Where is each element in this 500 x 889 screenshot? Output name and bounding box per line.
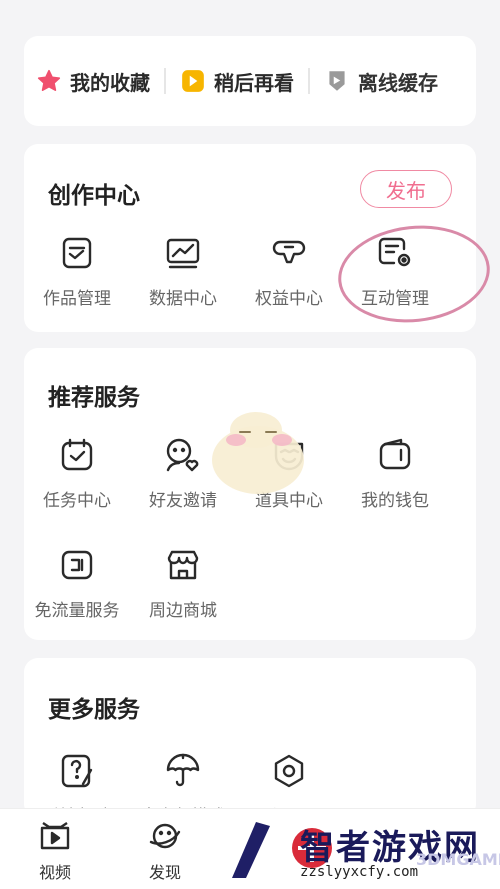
wallet-icon	[342, 434, 448, 476]
watermark: 智者游戏网 zzslyyxcfy.com 3DMGAME	[220, 816, 500, 886]
settings-icon	[236, 750, 342, 792]
tile-label: 我的钱包	[361, 491, 429, 511]
tile-label: 权益中心	[255, 289, 323, 309]
offline-cache-label: 离线缓存	[358, 70, 438, 95]
tile-free-data-service[interactable]: 免流量服务	[24, 544, 130, 621]
umbrella-icon	[130, 750, 236, 792]
tile-merch-store[interactable]: 周边商城	[130, 544, 236, 621]
tile-task-center[interactable]: 任务中心	[24, 434, 130, 511]
publish-button[interactable]: 发布	[360, 170, 452, 208]
tile-my-wallet[interactable]: 我的钱包	[342, 434, 448, 511]
tile-data-center[interactable]: 数据中心	[130, 232, 236, 309]
tile-works-management[interactable]: 作品管理	[24, 232, 130, 309]
divider	[164, 68, 166, 94]
watch-later-button[interactable]: 稍后再看	[180, 67, 294, 96]
nav-label: 发现	[148, 863, 181, 882]
more-services-card: 更多服务 反馈帮助 青少年模式 设置	[24, 658, 476, 827]
section-title: 创作中心	[48, 183, 140, 209]
tile-rights-center[interactable]: 权益中心	[236, 232, 342, 309]
divider	[308, 68, 310, 94]
nav-discover[interactable]: 发现	[110, 809, 220, 889]
mascot-sticker	[196, 400, 316, 504]
sim-card-icon	[24, 544, 130, 586]
watermark-brand: 3DMGAME	[416, 850, 500, 869]
watch-later-icon	[180, 68, 206, 94]
tile-label: 任务中心	[43, 491, 111, 511]
offline-cache-button[interactable]: 离线缓存	[324, 67, 438, 96]
nav-video[interactable]: 视频	[0, 809, 110, 889]
rights-icon	[236, 232, 342, 274]
section-title: 推荐服务	[48, 385, 140, 411]
calendar-check-icon	[24, 434, 130, 476]
section-title: 更多服务	[48, 697, 140, 723]
download-icon	[324, 68, 350, 94]
watermark-url: zzslyyxcfy.com	[300, 864, 419, 880]
tile-label: 周边商城	[149, 601, 217, 621]
works-icon	[24, 232, 130, 274]
quick-access-card: 我的收藏 稍后再看 离线缓存	[24, 36, 476, 126]
star-icon	[36, 68, 62, 94]
feedback-icon	[24, 750, 130, 792]
watch-later-label: 稍后再看	[214, 70, 294, 95]
favorites-label: 我的收藏	[70, 70, 150, 95]
favorites-button[interactable]: 我的收藏	[36, 67, 150, 96]
tile-label: 免流量服务	[34, 601, 120, 621]
tile-label: 作品管理	[43, 289, 111, 309]
planet-icon	[147, 823, 183, 857]
shop-icon	[130, 544, 236, 586]
chart-icon	[130, 232, 236, 274]
nav-label: 视频	[38, 863, 71, 882]
tile-label: 数据中心	[149, 289, 217, 309]
video-icon	[37, 822, 73, 857]
